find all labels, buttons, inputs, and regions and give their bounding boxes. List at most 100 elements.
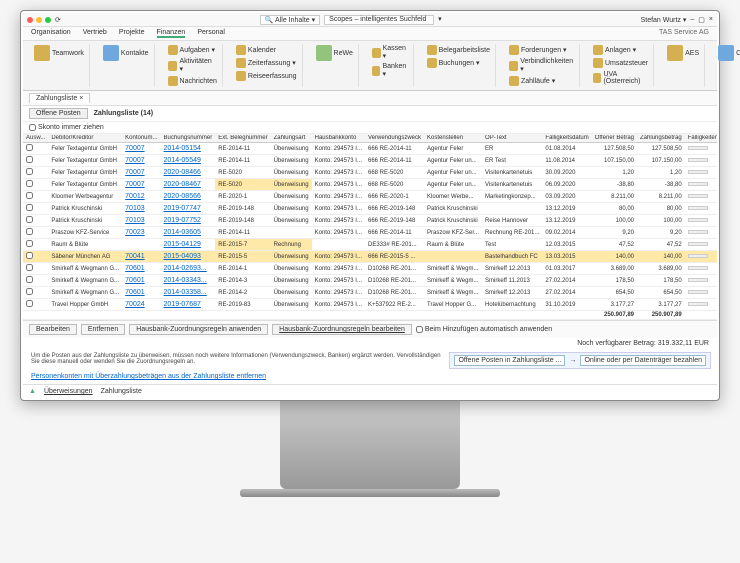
- cell-link[interactable]: 70007: [125, 169, 144, 176]
- cell-link[interactable]: 70012: [125, 193, 144, 200]
- close-icon[interactable]: [27, 17, 33, 23]
- cell-link[interactable]: 70024: [125, 301, 144, 308]
- ribbon-banken[interactable]: Banken ▾: [371, 62, 409, 79]
- ribbon-reiseerfassung[interactable]: Reiseerfassung: [235, 70, 298, 82]
- tab-zahlungsliste[interactable]: Zahlungsliste: [29, 93, 90, 103]
- col-header[interactable]: Zahlungsbetrag: [637, 134, 685, 143]
- cell-link[interactable]: 2019-07687: [164, 301, 201, 308]
- row-checkbox[interactable]: [26, 192, 33, 199]
- row-checkbox[interactable]: [26, 288, 33, 295]
- table-row[interactable]: Raum & Blüte2015-04129RE-2015-7RechnungD…: [23, 239, 717, 251]
- table-row[interactable]: Smirkeff & Wegmann G...706012014-03358..…: [23, 287, 717, 299]
- col-header[interactable]: Fälligkeiten: [685, 134, 717, 143]
- menu-projekte[interactable]: Projekte: [119, 29, 145, 38]
- col-header[interactable]: Debitor/Kreditor: [48, 134, 122, 143]
- col-header[interactable]: Kostenstellen: [424, 134, 482, 143]
- cell-link[interactable]: 70007: [125, 181, 144, 188]
- table-row[interactable]: Kloomer Werbeagentur700122020-08566RE-20…: [23, 191, 717, 203]
- table-row[interactable]: Praszow KFZ-Service700232014-03605RE-201…: [23, 227, 717, 239]
- ribbon-aufgaben[interactable]: Aufgaben ▾: [167, 44, 218, 56]
- table-row[interactable]: Feler Textagentur GmbH700072020-08466RE-…: [23, 167, 717, 179]
- col-header[interactable]: Fälligkeitsdatum: [542, 134, 591, 143]
- btn-bearbeiten[interactable]: Bearbeiten: [29, 324, 77, 335]
- cell-link[interactable]: 2020-08466: [164, 169, 201, 176]
- search-scope-combo[interactable]: 🔍 Alle Inhalte ▾: [260, 15, 320, 25]
- row-checkbox[interactable]: [26, 276, 33, 283]
- cell-link[interactable]: 2014-05154: [164, 145, 201, 152]
- cell-link[interactable]: 2015-04093: [164, 253, 201, 260]
- user-menu[interactable]: Stefan Wurtz ▾: [641, 16, 687, 24]
- col-header[interactable]: Kontonum...: [122, 134, 160, 143]
- row-checkbox[interactable]: [26, 300, 33, 307]
- cell-link[interactable]: 70601: [125, 289, 144, 296]
- ribbon-kalender[interactable]: Kalender: [235, 44, 298, 56]
- reload-icon[interactable]: ⟳: [55, 16, 61, 24]
- ribbon-aes[interactable]: AES: [666, 44, 700, 62]
- window-controls[interactable]: [27, 17, 51, 23]
- nav-up-icon[interactable]: ▲: [29, 388, 36, 395]
- ribbon-uva[interactable]: UVA (Österreich): [592, 70, 649, 86]
- cell-link[interactable]: 70041: [125, 253, 144, 260]
- cell-link[interactable]: 70007: [125, 157, 144, 164]
- row-checkbox[interactable]: [26, 264, 33, 271]
- window-maximize-icon[interactable]: ▢: [698, 16, 705, 24]
- cell-link[interactable]: 2014-03605: [164, 229, 201, 236]
- table-row[interactable]: Patrick Kruschinski701032019-07747RE-201…: [23, 203, 717, 215]
- ribbon-controlling[interactable]: Controlling: [717, 44, 740, 62]
- row-checkbox[interactable]: [26, 144, 33, 151]
- window-close-icon[interactable]: ×: [709, 16, 713, 23]
- ribbon-kassen[interactable]: Kassen ▾: [371, 44, 409, 61]
- menu-vertrieb[interactable]: Vertrieb: [83, 29, 107, 38]
- cell-link[interactable]: 2014-05549: [164, 157, 201, 164]
- table-row[interactable]: Feler Textagentur GmbH700072014-05154RE-…: [23, 143, 717, 155]
- ribbon-kontakte[interactable]: Kontakte: [102, 44, 150, 62]
- row-checkbox[interactable]: [26, 156, 33, 163]
- btn-regeln-bearbeiten[interactable]: Hausbank-Zuordnungsregeln bearbeiten: [272, 324, 412, 335]
- cell-link[interactable]: 2019-07747: [164, 205, 201, 212]
- ribbon-umsatzsteuer[interactable]: Umsatzsteuer: [592, 57, 649, 69]
- menu-finanzen[interactable]: Finanzen: [157, 29, 186, 38]
- cell-link[interactable]: 2014-03358...: [164, 289, 207, 296]
- ribbon-nachrichten[interactable]: Nachrichten: [167, 75, 218, 87]
- btn-regeln-anwenden[interactable]: Hausbank-Zuordnungsregeln anwenden: [129, 324, 268, 335]
- row-checkbox[interactable]: [26, 240, 33, 247]
- ribbon-belegarbeitsliste[interactable]: Belegarbeitsliste: [426, 44, 491, 56]
- cell-link[interactable]: 2020-08467: [164, 181, 201, 188]
- cell-link[interactable]: 70007: [125, 145, 144, 152]
- ribbon-zahllaeufe[interactable]: Zahlläufe ▾: [508, 75, 575, 87]
- row-checkbox[interactable]: [26, 252, 33, 259]
- table-row[interactable]: Säbener München AG700412015-04093RE-2015…: [23, 251, 717, 263]
- menu-organisation[interactable]: Organisation: [31, 29, 71, 38]
- window-minimize-icon[interactable]: –: [690, 16, 694, 23]
- cell-link[interactable]: 70103: [125, 205, 144, 212]
- chk-auto-anwenden[interactable]: Beim Hinzufügen automatisch anwenden: [416, 326, 552, 333]
- global-search-input[interactable]: Scopes – intelligentes Suchfeld: [324, 15, 434, 25]
- row-checkbox[interactable]: [26, 168, 33, 175]
- row-checkbox[interactable]: [26, 180, 33, 187]
- menu-personal[interactable]: Personal: [197, 29, 225, 38]
- maximize-icon[interactable]: [45, 17, 51, 23]
- chk-skonto[interactable]: Skonto immer ziehen: [29, 124, 104, 131]
- ribbon-buchungen[interactable]: Buchungen ▾: [426, 57, 491, 69]
- col-header[interactable]: Buchungsnummer: [161, 134, 216, 143]
- ribbon-zeiterfassung[interactable]: Zeiterfassung ▾: [235, 57, 298, 69]
- table-row[interactable]: Travel Hopper GmbH700242019-07687RE-2019…: [23, 299, 717, 311]
- table-row[interactable]: Smirkeff & Wegmann G...706012014-02693..…: [23, 263, 717, 275]
- table-row[interactable]: Patrick Kruschinski701032019-07752RE-201…: [23, 215, 717, 227]
- link-remove-overpayments[interactable]: Personenkonten mit Überzahlungsbeträgen …: [31, 373, 266, 380]
- ribbon-forderungen[interactable]: Forderungen ▾: [508, 44, 575, 56]
- row-checkbox[interactable]: [26, 228, 33, 235]
- cell-link[interactable]: 2014-03343...: [164, 277, 207, 284]
- cell-link[interactable]: 70601: [125, 277, 144, 284]
- minimize-icon[interactable]: [36, 17, 42, 23]
- ribbon-rewe[interactable]: ReWe: [315, 44, 354, 62]
- table-row[interactable]: Feler Textagentur GmbH700072014-05549RE-…: [23, 155, 717, 167]
- search-dropdown-icon[interactable]: ▾: [438, 15, 442, 25]
- footer-zahlungsliste[interactable]: Zahlungsliste: [101, 388, 142, 395]
- col-header[interactable]: Ext. Belegnummer: [215, 134, 270, 143]
- cell-link[interactable]: 2015-04129: [164, 241, 201, 248]
- cell-link[interactable]: 2014-02693...: [164, 265, 207, 272]
- ribbon-verbindlichkeiten[interactable]: Verbindlichkeiten ▾: [508, 57, 575, 74]
- col-header[interactable]: Offener Betrag: [592, 134, 637, 143]
- cell-link[interactable]: 70103: [125, 217, 144, 224]
